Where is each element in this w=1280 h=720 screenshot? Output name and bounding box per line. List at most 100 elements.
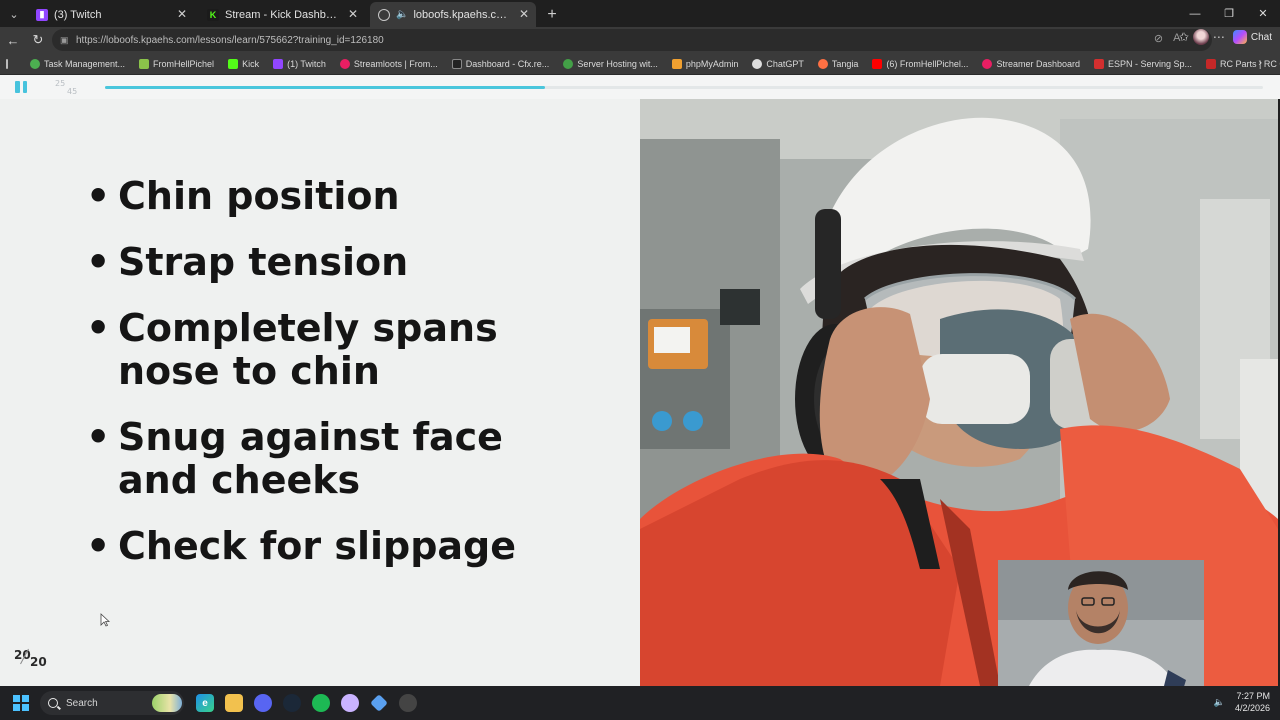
bullet-item: Chin position — [86, 174, 516, 219]
bookmark-label: Task Management... — [44, 58, 126, 69]
back-button[interactable]: ← — [1, 29, 25, 51]
bullet-item: Strap tension — [86, 240, 516, 285]
bookmark-fromhellpichel[interactable]: FromHellPichel — [139, 58, 214, 69]
discord-icon[interactable] — [254, 694, 272, 712]
pause-button[interactable] — [15, 81, 27, 93]
taskbar-search[interactable]: Search — [40, 691, 184, 715]
bookmark-icon — [1093, 58, 1104, 69]
bookmark-streamloots[interactable]: Streamloots | From... — [339, 58, 438, 69]
slide-counter: 25 45 — [54, 78, 84, 96]
bullet-item: Check for slippage — [86, 524, 517, 569]
bookmark-youtube-fromhellpichel[interactable]: (6) FromHellPichel... — [872, 58, 969, 69]
tab-lesson[interactable]: 🔈 loboofs.kpaehs.com/lessons/l... ✕ — [370, 2, 536, 27]
bullet-text: Completely spans nose to chin — [118, 306, 498, 393]
chatgpt-icon — [752, 58, 763, 69]
clock[interactable]: 7:27 PM 4/2/2026 — [1235, 690, 1270, 714]
bookmark-rc-parts[interactable]: RC Parts | RC Car P... — [1206, 58, 1280, 69]
search-highlight-image — [152, 694, 182, 712]
bookmark-label: ChatGPT — [766, 58, 804, 69]
address-bar[interactable]: ▣ https://loboofs.kpaehs.com/lessons/lea… — [52, 29, 1212, 51]
chevron-right-icon[interactable]: › — [1258, 57, 1262, 69]
progress-bar[interactable] — [105, 86, 1263, 89]
tab-label: Stream - Kick Dashboard — [225, 8, 341, 21]
bookmark-server-hosting[interactable]: Server Hosting wit... — [563, 58, 658, 69]
bookmark-phpmyadmin[interactable]: phpMyAdmin — [671, 58, 739, 69]
bookmark-espn[interactable]: ESPN - Serving Sp... — [1093, 58, 1193, 69]
bullet-text: Check for slippage — [118, 524, 517, 568]
tab-kick-dashboard[interactable]: K Stream - Kick Dashboard ✕ — [199, 2, 365, 27]
browser-toolbar: ← ↻ ▣ https://loboofs.kpaehs.com/lessons… — [0, 27, 1280, 53]
bookmark-label: Kick — [242, 58, 260, 69]
close-icon[interactable]: ✕ — [519, 7, 529, 21]
globe-icon — [378, 8, 390, 21]
brand-number-bottom: 20 — [30, 655, 47, 669]
copilot-chat-button[interactable]: Chat — [1229, 30, 1276, 44]
slide-current: 25 — [55, 79, 66, 88]
file-explorer-icon[interactable] — [225, 694, 243, 712]
site-info-icon[interactable]: ▣ — [60, 35, 70, 45]
bookmark-icon — [451, 58, 462, 69]
bookmark-twitch[interactable]: (1) Twitch — [273, 58, 326, 69]
progress-fill — [105, 86, 546, 89]
bookmark-label: Streamer Dashboard — [996, 58, 1080, 69]
bookmark-icon — [139, 58, 150, 69]
restore-button[interactable]: ❐ — [1212, 0, 1246, 27]
taskbar-apps: e — [196, 694, 417, 712]
bookmark-label: (1) Twitch — [287, 58, 326, 69]
windows-start-icon[interactable] — [13, 695, 29, 711]
bookmark-icon — [563, 58, 574, 69]
bookmark-icon — [671, 58, 682, 69]
bullet-text: Strap tension — [118, 240, 409, 284]
edge-icon[interactable]: e — [196, 694, 214, 712]
refresh-button[interactable]: ↻ — [26, 29, 50, 51]
toolbar-right: ✩ ⋯ Chat — [1179, 29, 1276, 45]
bookmark-cfx-dashboard[interactable]: Dashboard - Cfx.re... — [451, 58, 550, 69]
volume-icon[interactable]: 🔈 — [1214, 697, 1225, 708]
bookmark-label: Dashboard - Cfx.re... — [465, 58, 550, 69]
close-icon[interactable]: ✕ — [348, 7, 358, 21]
kick-icon — [228, 58, 239, 69]
bookmark-label: Tangia — [831, 58, 859, 69]
url-text: https://loboofs.kpaehs.com/lessons/learn… — [76, 34, 384, 46]
bookmark-task-management[interactable]: Task Management... — [30, 58, 126, 69]
close-window-button[interactable]: ✕ — [1246, 0, 1280, 27]
profile-avatar[interactable] — [1192, 29, 1209, 45]
search-icon — [48, 698, 58, 708]
bookmark-tangia[interactable]: Tangia — [817, 58, 859, 69]
bookmark-icon — [817, 58, 828, 69]
bookmark-label: phpMyAdmin — [685, 58, 739, 69]
twitch-icon — [273, 58, 284, 69]
bookmark-kick[interactable]: Kick — [228, 58, 260, 69]
bookmark-chatgpt[interactable]: ChatGPT — [752, 58, 804, 69]
tracking-icon[interactable]: ⊘ — [1154, 32, 1163, 45]
spotify-icon[interactable] — [312, 694, 330, 712]
bookmark-streamer-dashboard[interactable]: Streamer Dashboard — [982, 58, 1080, 69]
search-label: Search — [66, 697, 98, 709]
app-icon[interactable] — [341, 694, 359, 712]
favorites-icon[interactable]: ✩ — [1179, 30, 1189, 44]
bullet-item: Completely spans nose to chin — [86, 307, 516, 393]
steam-icon[interactable] — [283, 694, 301, 712]
bookmark-label: RC Parts | RC Car P... — [1220, 58, 1280, 69]
new-tab-button[interactable]: + — [541, 3, 563, 27]
close-icon[interactable]: ✕ — [177, 7, 187, 21]
bookmark-icon — [339, 58, 350, 69]
app-diamond-icon[interactable] — [370, 694, 388, 712]
bookmarks-bar: Task Management... FromHellPichel Kick (… — [0, 53, 1280, 75]
sidebar-toggle-icon[interactable] — [6, 58, 8, 69]
tab-twitch[interactable]: ▮ (3) Twitch ✕ — [28, 2, 194, 27]
tab-label: loboofs.kpaehs.com/lessons/l... — [413, 8, 512, 21]
mouse-cursor-icon — [100, 613, 110, 627]
obs-icon[interactable] — [399, 694, 417, 712]
kick-icon: K — [207, 8, 219, 21]
bookmark-label: ESPN - Serving Sp... — [1107, 58, 1193, 69]
tab-list-chevron-icon[interactable]: ⌄ — [2, 2, 26, 26]
more-menu-icon[interactable]: ⋯ — [1213, 30, 1225, 44]
minimize-button[interactable]: — — [1178, 0, 1212, 27]
bookmark-label: Server Hosting wit... — [577, 58, 658, 69]
system-tray: 🔈 7:27 PM 4/2/2026 — [1214, 690, 1270, 714]
speaker-icon[interactable]: 🔈 — [396, 9, 408, 20]
bullet-text: Chin position — [118, 174, 400, 218]
bookmark-label: (6) FromHellPichel... — [886, 58, 969, 69]
chat-label: Chat — [1250, 31, 1272, 43]
